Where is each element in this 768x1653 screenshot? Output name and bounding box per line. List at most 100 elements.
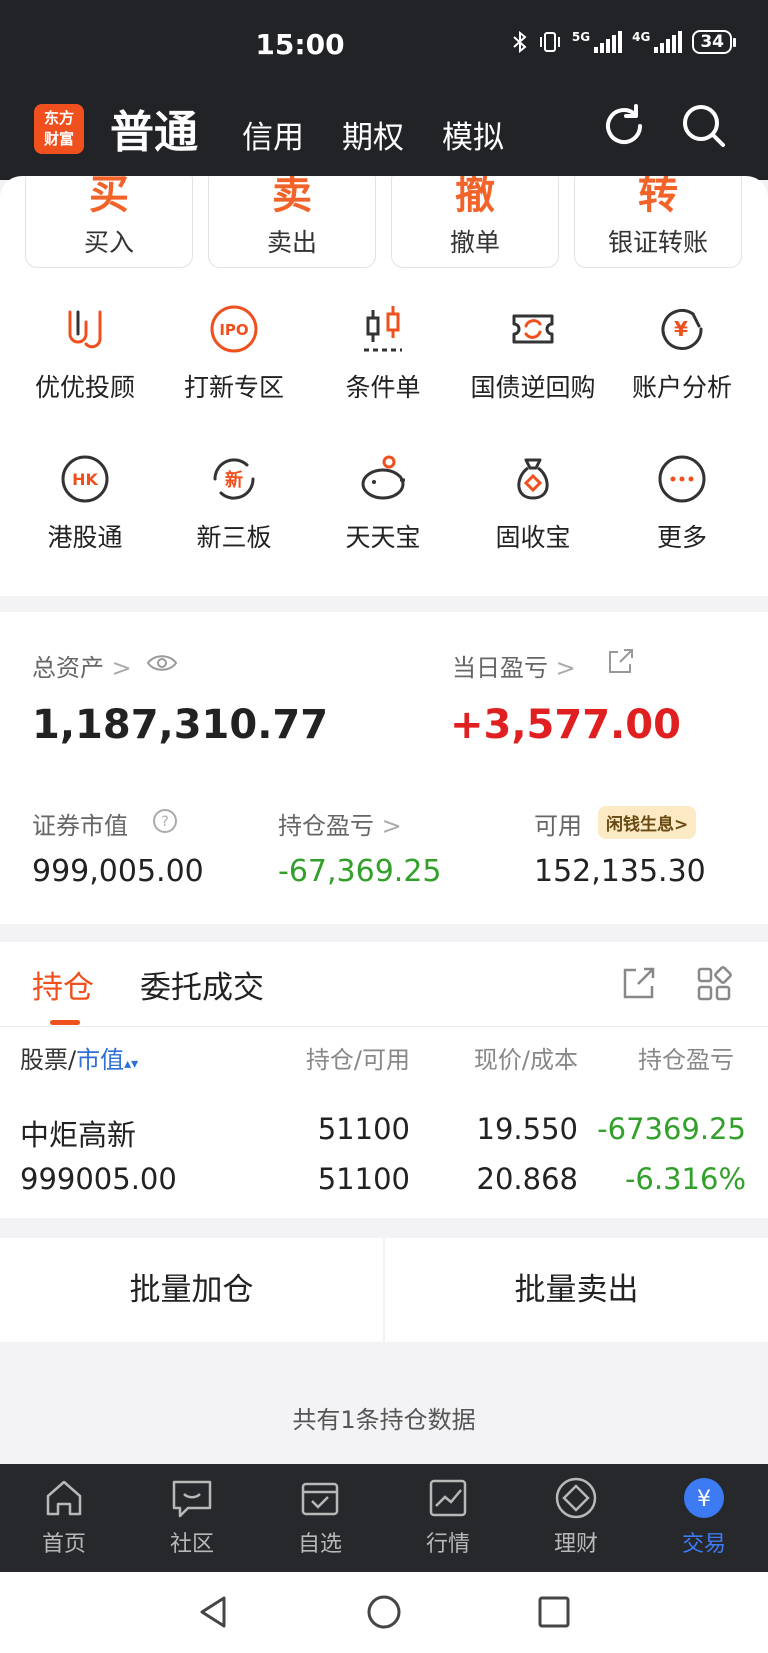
tab-market[interactable]: 行情: [398, 1476, 498, 1558]
nav-tab-credit[interactable]: 信用: [242, 112, 304, 157]
tab-positions[interactable]: 持仓: [32, 962, 94, 1007]
home-icon: [46, 1480, 82, 1516]
cancel-glyph: 撤: [455, 176, 495, 218]
total-assets-label[interactable]: 总资产 >: [32, 648, 132, 683]
home-circle-icon[interactable]: [364, 1592, 404, 1632]
logo-text-line1: 东方: [43, 109, 74, 127]
youyou-icon: [68, 310, 102, 349]
tab-watchlist[interactable]: 自选: [270, 1476, 370, 1558]
tab-trade[interactable]: ¥ 交易: [654, 1476, 754, 1558]
active-tab-indicator: [50, 1020, 80, 1025]
row-pnl: -67369.25: [597, 1112, 746, 1146]
grid-item-bond-repo[interactable]: 国债逆回购: [458, 304, 608, 404]
position-pnl-label[interactable]: 持仓盈亏 >: [278, 806, 402, 841]
grid-item-more[interactable]: 更多: [607, 454, 757, 554]
signal-4g-icon: [654, 31, 683, 53]
refresh-icon[interactable]: [600, 102, 648, 150]
grid-item-youyou[interactable]: 优优投顾: [10, 304, 160, 404]
grid-item-hk-connect[interactable]: HK 港股通: [10, 454, 160, 554]
bank-transfer-button[interactable]: 转 银证转账: [574, 176, 742, 268]
signal-5g-icon: [594, 31, 623, 53]
tab-home[interactable]: 首页: [14, 1476, 114, 1558]
chevron-right-icon: >: [111, 654, 132, 682]
svg-text:HK: HK: [72, 470, 98, 489]
grid-label: 打新专区: [183, 373, 284, 402]
tab-orders[interactable]: 委托成交: [140, 962, 264, 1007]
nav-tab-normal[interactable]: 普通: [110, 96, 198, 160]
buy-label: 买入: [83, 228, 134, 257]
watchlist-icon: [301, 1482, 339, 1516]
row-pnl-pct: -6.316%: [624, 1162, 746, 1196]
status-bar: 15:00 5G 4G 34: [0, 0, 768, 90]
cost-price: 20.868: [476, 1162, 578, 1196]
back-icon[interactable]: [194, 1592, 234, 1632]
chevron-right-icon: >: [555, 654, 576, 682]
column-stock[interactable]: 股票/市值▴▾: [20, 1040, 138, 1075]
nav-tab-simulation[interactable]: 模拟: [442, 112, 504, 157]
daily-pnl-label-text: 当日盈亏: [452, 654, 548, 682]
recents-icon[interactable]: [534, 1592, 574, 1632]
tab-market-label: 行情: [425, 1532, 470, 1557]
vibrate-icon: [539, 32, 560, 52]
eye-icon[interactable]: [146, 652, 178, 674]
battery-indicator: 34: [692, 30, 736, 54]
grid-label: 优优投顾: [34, 373, 135, 402]
position-pnl-label-text: 持仓盈亏: [278, 812, 374, 840]
available-label: 可用: [534, 812, 582, 840]
batch-sell-button[interactable]: 批量卖出: [385, 1238, 768, 1342]
export-icon[interactable]: [622, 966, 656, 1000]
tab-divider: [0, 1026, 768, 1027]
grid-label: 港股通: [47, 523, 123, 552]
daily-pnl-label[interactable]: 当日盈亏 >: [452, 648, 576, 683]
help-icon[interactable]: ?: [152, 808, 178, 834]
grid-item-neeq[interactable]: 新 新三板: [159, 454, 309, 554]
grid-label: 新三板: [196, 523, 272, 552]
daily-pnl-value: +3,577.00: [450, 702, 681, 748]
column-price: 现价/成本: [473, 1046, 578, 1074]
status-time: 15:00: [255, 28, 345, 61]
buy-glyph: 买: [89, 176, 129, 218]
transfer-label: 银证转账: [607, 228, 708, 257]
cancel-order-button[interactable]: 撤 撤单: [391, 176, 559, 268]
tab-community-label: 社区: [169, 1532, 214, 1557]
idle-money-badge[interactable]: 闲钱生息>: [598, 806, 697, 839]
grid-item-tiantianbao[interactable]: 天天宝: [308, 454, 458, 554]
search-icon[interactable]: [680, 102, 728, 150]
ipo-icon: IPO: [210, 305, 258, 353]
trade-icon: ¥: [684, 1478, 724, 1518]
tab-wealth[interactable]: 理财: [526, 1476, 626, 1558]
grid-item-guoshoubao[interactable]: 固收宝: [458, 454, 608, 554]
share-external-icon[interactable]: [606, 648, 634, 676]
transfer-glyph: 转: [638, 176, 678, 218]
column-pnl: 持仓盈亏: [638, 1046, 734, 1074]
grid-label: 国债逆回购: [470, 373, 596, 402]
network-5g-label: 5G: [571, 30, 591, 44]
sell-button[interactable]: 卖 卖出: [208, 176, 376, 268]
nav-tab-options[interactable]: 期权: [342, 112, 404, 157]
grid-view-icon[interactable]: [696, 966, 732, 1002]
grid-item-account-analysis[interactable]: ¥ 账户分析: [607, 304, 757, 404]
market-value-label: 证券市值: [32, 812, 128, 840]
grid-label: 固收宝: [495, 523, 571, 552]
tab-trade-label: 交易: [681, 1532, 726, 1557]
function-panel: 买 买入 卖 卖出 撤 撤单 转 银证转账 优优投顾 IPO 打新专区 条件单 …: [0, 176, 768, 596]
svg-text:¥: ¥: [697, 1487, 711, 1512]
column-qty: 持仓/可用: [305, 1046, 410, 1074]
position-pnl-value: -67,369.25: [278, 854, 442, 889]
new-third-board-icon: 新: [213, 458, 255, 500]
grid-item-conditional-order[interactable]: 条件单: [308, 304, 458, 404]
account-analysis-icon: ¥: [661, 309, 703, 350]
grid-item-ipo[interactable]: IPO 打新专区: [159, 304, 309, 404]
hk-icon: HK: [61, 455, 109, 503]
top-nav: 东方 财富 普通 信用 期权 模拟: [0, 90, 768, 180]
buy-button[interactable]: 买 买入: [25, 176, 193, 268]
tab-home-label: 首页: [41, 1532, 86, 1557]
tab-community[interactable]: 社区: [142, 1476, 242, 1558]
grid-label: 条件单: [345, 373, 421, 402]
grid-label: 天天宝: [345, 523, 421, 552]
batch-add-button[interactable]: 批量加仓: [0, 1238, 383, 1342]
tab-wealth-label: 理财: [553, 1532, 598, 1557]
total-assets-label-text: 总资产: [32, 654, 104, 682]
grid-label: 账户分析: [631, 373, 732, 402]
cancel-label: 撤单: [449, 228, 500, 257]
